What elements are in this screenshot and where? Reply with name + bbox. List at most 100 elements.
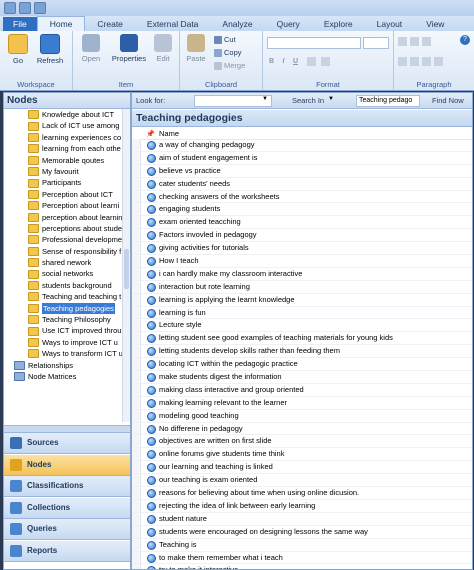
list-item[interactable]: giving activities for tutorials [132,242,472,256]
list-item[interactable]: rejecting the idea of link between early… [132,500,472,513]
font-family-select[interactable] [267,37,361,49]
list-item[interactable]: learning is applying the learnt knowledg… [132,294,472,307]
refresh-button[interactable]: Refresh [34,34,66,65]
list-item[interactable]: make students digest the information [132,371,472,384]
list-item[interactable]: modeling good teaching [132,410,472,423]
nav-button-collections[interactable]: Collections [4,497,130,519]
list-item[interactable]: No differene in pedagogy [132,423,472,436]
list-item[interactable]: letting students develop skills rather t… [132,345,472,359]
tree-item[interactable]: Perception about ICT [4,189,122,200]
list-item[interactable]: making class interactive and group orien… [132,384,472,397]
pane-splitter[interactable] [4,425,130,433]
list-item[interactable]: objectives are written on first slide [132,435,472,449]
merge-button[interactable]: Merge [214,61,245,70]
list-item[interactable]: cater students' needs [132,178,472,191]
list-item[interactable]: online forums give students time think [132,448,472,462]
nav-button-sources[interactable]: Sources [4,433,130,454]
tree-item[interactable]: perceptions about stude [4,223,122,234]
tab-query[interactable]: Query [265,17,312,31]
justify-icon[interactable] [434,57,443,66]
align-right-icon[interactable] [422,57,431,66]
list-item[interactable]: exam oriented teacching [132,216,472,230]
tree-item[interactable]: Teaching and teaching t [4,291,122,302]
save-icon[interactable] [4,2,16,14]
list-item[interactable]: student nature [132,513,472,526]
tree-root-item[interactable]: Relationships [4,360,122,371]
tree-item[interactable]: learning from each othe [4,143,122,154]
tree-item[interactable]: My favourit [4,166,122,177]
list-item[interactable]: students were encouraged on designing le… [132,526,472,539]
tree-item[interactable]: Professional developme [4,234,122,245]
nav-button-reports[interactable]: Reports [4,540,130,562]
tab-analyze[interactable]: Analyze [210,17,264,31]
tab-layout[interactable]: Layout [365,17,415,31]
tab-view[interactable]: View [414,17,456,31]
tree-item[interactable]: perception about learnin [4,212,122,223]
numbering-icon[interactable] [410,37,419,46]
font-color-icon[interactable] [321,57,330,66]
open-button[interactable]: Open [75,34,107,63]
list-item[interactable]: Teaching is [132,539,472,552]
tree-root-item[interactable]: Node Matrices [4,371,122,382]
list-item[interactable]: locating ICT within the pedagogic practi… [132,358,472,372]
redo-icon[interactable] [34,2,46,14]
tree-item[interactable]: Lack of ICT use among [4,120,122,131]
tree-item[interactable]: Teaching Philosophy [4,314,122,325]
font-size-select[interactable] [363,37,389,49]
scrollbar-thumb[interactable] [124,249,129,289]
find-now-button[interactable]: Find Now [432,96,464,105]
search-in-button[interactable]: Search In [292,96,324,105]
list-item[interactable]: learning is fun [132,307,472,320]
tab-explore[interactable]: Explore [312,17,365,31]
list-item[interactable]: checking answers of the worksheets [132,191,472,204]
list-item[interactable]: interaction but rote learning [132,281,472,294]
align-center-icon[interactable] [410,57,419,66]
copy-button[interactable]: Copy [214,48,242,57]
bullets-icon[interactable] [398,37,407,46]
tree-scrollbar[interactable] [122,109,130,422]
list-item[interactable]: Factors invovled in pedagogy [132,229,472,243]
list-item[interactable]: letting student see good examples of tea… [132,332,472,346]
tree-item[interactable]: Ways to transform ICT u [4,348,122,359]
tree-item[interactable]: students background [4,280,122,291]
underline-button[interactable]: U [291,57,300,66]
tree-item[interactable]: social networks [4,268,122,279]
nav-button-nodes[interactable]: Nodes [4,454,130,476]
cut-button[interactable]: Cut [214,35,236,44]
edit-button[interactable]: Edit [149,34,177,63]
list-item[interactable]: making learning relevant to the learner [132,397,472,410]
list-item[interactable]: believe vs practice [132,165,472,178]
look-for-input[interactable] [194,95,272,107]
list-item[interactable]: our learning and teaching is linked [132,461,472,475]
nav-button-queries[interactable]: Queries [4,519,130,540]
list-item[interactable]: How I teach [132,255,472,268]
tree-item[interactable]: Ways to improve ICT u [4,337,122,348]
go-button[interactable]: Go [2,34,34,65]
indent-icon[interactable] [422,37,431,46]
tab-home[interactable]: Home [36,16,86,31]
tree-item[interactable]: learning experiences co [4,132,122,143]
name-column-header[interactable]: Name [159,128,179,139]
search-in-field[interactable]: Teaching pedago [356,95,420,107]
tree-item[interactable]: Sense of responsibility f [4,246,122,257]
list-item[interactable]: try to make it interactive [132,564,472,569]
tree-item[interactable]: Participants [4,177,122,188]
list-item[interactable]: aim of student engagement is [132,152,472,165]
paste-button[interactable]: Paste [182,34,210,63]
tree-item[interactable]: shared nework [4,257,122,268]
list-item[interactable]: i can hardly make my classroom interacti… [132,268,472,281]
list-item[interactable]: reasons for believing about time when us… [132,487,472,500]
tree-item[interactable]: Knowledge about ICT [4,109,122,120]
tree-item[interactable]: Use ICT improved throu [4,325,122,336]
tree-item[interactable]: Memorable qoutes [4,155,122,166]
italic-button[interactable]: I [279,57,288,66]
bold-button[interactable]: B [267,57,276,66]
properties-button[interactable]: Properties [109,34,149,63]
list-item[interactable]: a way of changing pedagogy [132,139,472,152]
highlight-icon[interactable] [307,57,316,66]
help-icon[interactable]: ? [460,35,470,45]
tab-external-data[interactable]: External Data [135,17,211,31]
nav-button-classifications[interactable]: Classifications [4,476,130,497]
list-item[interactable]: our teaching is exam oriented [132,474,472,488]
tab-create[interactable]: Create [85,17,135,31]
